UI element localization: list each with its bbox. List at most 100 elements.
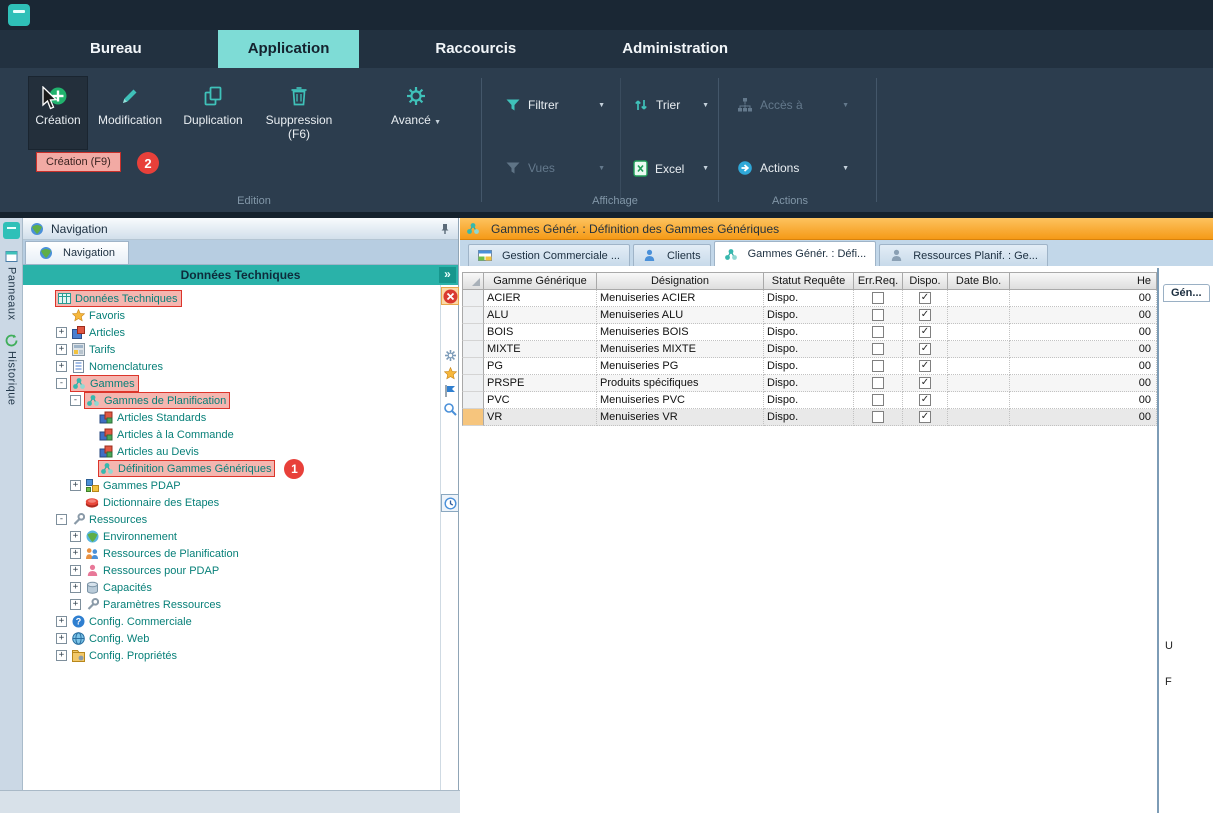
ribbon-tab-bureau[interactable]: Bureau	[60, 30, 172, 68]
row-selector[interactable]	[462, 341, 484, 358]
row-selector[interactable]	[462, 324, 484, 341]
avance-button[interactable]: Avancé ▼	[370, 76, 462, 150]
expand-icon[interactable]: +	[70, 565, 81, 576]
expand-icon[interactable]: +	[56, 344, 67, 355]
tree-item[interactable]: Articles à la Commande	[23, 426, 440, 443]
expand-icon[interactable]: +	[56, 633, 67, 644]
checkbox-err-req[interactable]	[872, 292, 884, 304]
checkbox-err-req[interactable]	[872, 326, 884, 338]
history-clock-button[interactable]	[442, 495, 458, 511]
expand-icon[interactable]: +	[70, 582, 81, 593]
tree-item[interactable]: +Tarifs	[23, 341, 440, 358]
tree-item[interactable]: +Environnement	[23, 528, 440, 545]
checkbox-err-req[interactable]	[872, 394, 884, 406]
grid-row[interactable]: ALUMenuiseries ALUDispo.✓00	[462, 307, 1157, 324]
ribbon-tab-administration[interactable]: Administration	[592, 30, 758, 68]
tree-item[interactable]: +Paramètres Ressources	[23, 596, 440, 613]
modification-button[interactable]: Modification	[88, 76, 172, 150]
checkbox-dispo[interactable]: ✓	[919, 343, 931, 355]
dock-tab-historique[interactable]: Historique	[0, 334, 23, 406]
favorites-button[interactable]	[442, 365, 458, 381]
tree-item[interactable]: Dictionnaire des Etapes	[23, 494, 440, 511]
tree-item[interactable]: -Gammes	[23, 375, 440, 392]
checkbox-err-req[interactable]	[872, 360, 884, 372]
tree-item[interactable]: Articles Standards	[23, 409, 440, 426]
tree-item[interactable]: +Nomenclatures	[23, 358, 440, 375]
document-tab[interactable]: Clients	[633, 244, 711, 266]
expand-icon[interactable]: +	[56, 327, 67, 338]
column-header[interactable]: He	[1010, 272, 1157, 290]
row-selector[interactable]	[462, 392, 484, 409]
pin-icon[interactable]	[439, 223, 451, 235]
document-tab[interactable]: Gestion Commerciale ...	[468, 244, 630, 266]
suppression-button[interactable]: Suppression (F6)	[254, 76, 344, 150]
trier-button[interactable]: Trier ▼	[633, 97, 709, 113]
checkbox-dispo[interactable]: ✓	[919, 360, 931, 372]
checkbox-err-req[interactable]	[872, 411, 884, 423]
expand-icon[interactable]: +	[56, 361, 67, 372]
tree-item[interactable]: Articles au Devis	[23, 443, 440, 460]
tree-item[interactable]: -Gammes de Planification	[23, 392, 440, 409]
column-header[interactable]: Gamme Générique	[484, 272, 597, 290]
app-icon[interactable]	[8, 4, 30, 26]
creation-button[interactable]: Création	[28, 76, 88, 150]
duplication-button[interactable]: Duplication	[172, 76, 254, 150]
select-all-corner[interactable]	[462, 272, 484, 290]
grid-row[interactable]: PRSPEProduits spécifiquesDispo.✓00	[462, 375, 1157, 392]
column-header[interactable]: Err.Req.	[854, 272, 903, 290]
clear-filter-button[interactable]	[442, 288, 458, 304]
checkbox-err-req[interactable]	[872, 377, 884, 389]
dock-tab-panneaux[interactable]: Panneaux	[0, 250, 23, 321]
row-selector[interactable]	[462, 358, 484, 375]
grid-row[interactable]: PVCMenuiseries PVCDispo.✓00	[462, 392, 1157, 409]
checkbox-err-req[interactable]	[872, 309, 884, 321]
acces-a-button[interactable]: Accès à ▼	[737, 97, 849, 113]
tree-item[interactable]: +Ressources de Planification	[23, 545, 440, 562]
checkbox-dispo[interactable]: ✓	[919, 377, 931, 389]
tree-settings-button[interactable]	[442, 347, 458, 363]
collapse-icon[interactable]: -	[56, 378, 67, 389]
column-header[interactable]: Désignation	[597, 272, 764, 290]
expand-icon[interactable]: +	[56, 616, 67, 627]
flag-button[interactable]	[442, 383, 458, 399]
document-tab[interactable]: Ressources Planif. : Ge...	[879, 244, 1048, 266]
expand-icon[interactable]: +	[70, 480, 81, 491]
expand-icon[interactable]: +	[56, 650, 67, 661]
search-button[interactable]	[442, 401, 458, 417]
grid-row[interactable]: ACIERMenuiseries ACIERDispo.✓00	[462, 290, 1157, 307]
checkbox-dispo[interactable]: ✓	[919, 292, 931, 304]
panel-mini-icon[interactable]	[3, 222, 20, 239]
column-header[interactable]: Statut Requête	[764, 272, 854, 290]
tree-item[interactable]: Favoris	[23, 307, 440, 324]
row-selector[interactable]	[462, 307, 484, 324]
filtrer-button[interactable]: Filtrer ▼	[505, 97, 605, 113]
row-selector[interactable]	[462, 290, 484, 307]
tree-item[interactable]: Définition Gammes Génériques1	[23, 460, 440, 477]
document-tab[interactable]: Gammes Génér. : Défi...	[714, 241, 877, 266]
tree-item[interactable]: +Config. Propriétés	[23, 647, 440, 664]
checkbox-dispo[interactable]: ✓	[919, 411, 931, 423]
excel-button[interactable]: Excel ▼	[633, 160, 709, 177]
row-selector[interactable]	[462, 375, 484, 392]
collapse-icon[interactable]: -	[70, 395, 81, 406]
tree-item[interactable]: Données Techniques	[23, 290, 440, 307]
navigation-tab[interactable]: Navigation	[25, 241, 129, 264]
tree-item[interactable]: +Capacités	[23, 579, 440, 596]
ribbon-tab-application[interactable]: Application	[218, 30, 360, 68]
tree-item[interactable]: -Ressources	[23, 511, 440, 528]
grid-row[interactable]: BOISMenuiseries BOISDispo.✓00	[462, 324, 1157, 341]
collapse-icon[interactable]: -	[56, 514, 67, 525]
checkbox-dispo[interactable]: ✓	[919, 326, 931, 338]
vues-button[interactable]: Vues ▼	[505, 160, 605, 176]
row-selector[interactable]	[462, 409, 484, 426]
ribbon-tab-raccourcis[interactable]: Raccourcis	[405, 30, 546, 68]
collapse-panel-button[interactable]: »	[439, 267, 456, 283]
detail-tab[interactable]: Gén...	[1163, 284, 1210, 302]
tree-item[interactable]: +Ressources pour PDAP	[23, 562, 440, 579]
expand-icon[interactable]: +	[70, 548, 81, 559]
tree-item[interactable]: +Articles	[23, 324, 440, 341]
actions-button[interactable]: Actions ▼	[737, 160, 849, 176]
grid-row[interactable]: PGMenuiseries PGDispo.✓00	[462, 358, 1157, 375]
grid-row[interactable]: VRMenuiseries VRDispo.✓00	[462, 409, 1157, 426]
column-header[interactable]: Dispo.	[903, 272, 948, 290]
